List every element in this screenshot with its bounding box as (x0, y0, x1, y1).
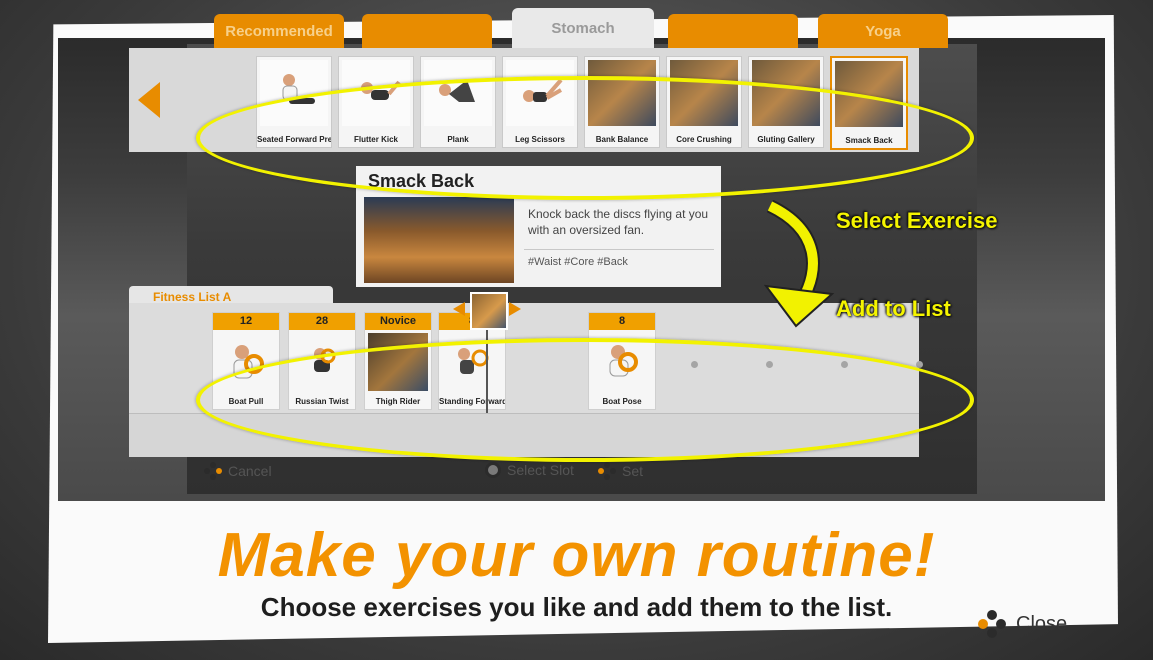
tab-yoga[interactable]: Yoga (818, 14, 948, 48)
cancel-label: Cancel (228, 463, 272, 479)
add-to-list-annotation: Add to List (836, 296, 951, 321)
slot-count: 8 (589, 313, 655, 330)
face-buttons-icon (204, 462, 222, 480)
cursor-exercise-thumbnail (470, 292, 508, 330)
close-label: Close (1016, 612, 1068, 635)
slot-count: Novice (365, 313, 431, 330)
exercise-info-tags: #Waist #Core #Back (528, 256, 628, 268)
face-buttons-icon (978, 610, 1006, 638)
set-hint[interactable]: Set (598, 462, 643, 480)
exercise-info-thumbnail (364, 197, 514, 283)
control-stick-icon (485, 462, 501, 478)
select-slot-hint: Select Slot (485, 462, 574, 478)
exercise-highlight-ellipse (196, 76, 974, 200)
tab-recommended[interactable]: Recommended (214, 14, 344, 48)
tab-stomach[interactable]: Stomach (512, 8, 654, 48)
set-label: Set (622, 463, 644, 479)
slot-count: 12 (213, 313, 279, 330)
divider (524, 249, 714, 250)
select-exercise-annotation: Select Exercise (836, 208, 998, 233)
tab-category-4[interactable] (668, 14, 798, 48)
cursor-left-arrow-icon (453, 302, 465, 316)
close-button[interactable]: Close (978, 610, 1067, 638)
exercise-info-description: Knock back the discs flying at you with … (528, 207, 709, 237)
select-slot-label: Select Slot (507, 462, 574, 478)
face-buttons-icon (598, 462, 616, 480)
list-highlight-ellipse (196, 338, 974, 462)
curved-arrow-icon (763, 200, 835, 328)
cursor-right-arrow-icon (509, 302, 521, 316)
headline: Make your own routine! (217, 521, 936, 590)
slot-count: 28 (289, 313, 355, 330)
scroll-left-arrow-icon[interactable] (138, 82, 160, 118)
tab-category-2[interactable] (362, 14, 492, 48)
cancel-hint[interactable]: Cancel (204, 462, 272, 480)
